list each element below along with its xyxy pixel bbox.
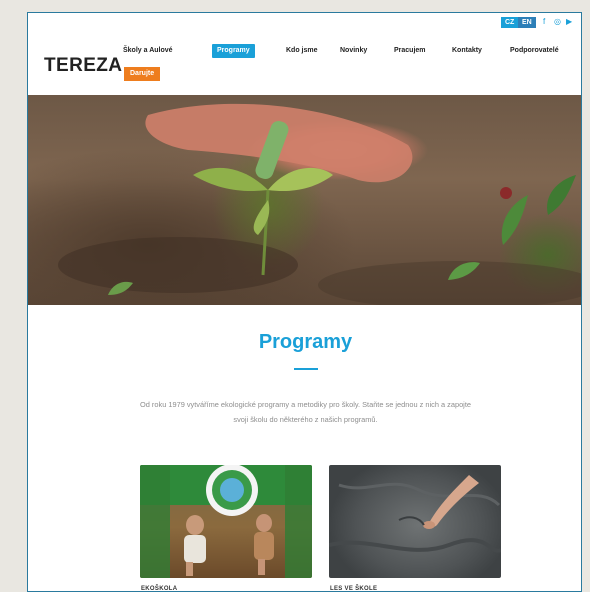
site-logo[interactable]: TEREZA <box>44 55 122 77</box>
program-card-les-label[interactable]: LES VE ŠKOLE <box>330 586 377 591</box>
program-card-les-image[interactable] <box>329 465 501 578</box>
hero-image <box>28 95 581 305</box>
nav-item-pracujem[interactable]: Pracujem <box>394 44 426 58</box>
language-cz[interactable]: CZ <box>501 17 519 28</box>
donate-button[interactable]: Darujte <box>124 67 161 81</box>
nav-item-novinky[interactable]: Novinky <box>340 44 367 58</box>
utility-bar: CZ EN f ◎ ▶ <box>28 13 581 33</box>
facebook-icon[interactable]: f <box>543 17 545 26</box>
instagram-icon[interactable]: ◎ <box>554 17 561 26</box>
intro-text: Od roku 1979 vytváříme ekologické progra… <box>140 400 471 424</box>
program-card-ekoskola-image[interactable] <box>140 465 312 578</box>
page-title: Programy <box>258 331 353 353</box>
les-photo <box>329 475 501 553</box>
language-en[interactable]: EN <box>518 17 536 28</box>
nav-item-kontakty[interactable]: Kontakty <box>452 44 482 58</box>
nav-item-podporovatele[interactable]: Podporovatelé <box>510 44 559 58</box>
nav-item-programy[interactable]: Programy <box>212 44 255 58</box>
youtube-icon[interactable]: ▶ <box>566 17 572 26</box>
hero-seedling-illustration <box>58 103 581 305</box>
nav-item-skoly[interactable]: Školy a Aulové <box>123 44 173 58</box>
nav-item-kdo-jsme[interactable]: Kdo jsme <box>286 44 318 58</box>
browser-page: CZ EN f ◎ ▶ TEREZA Školy a Aulové Progra… <box>27 12 582 592</box>
program-card-ekoskola-label[interactable]: EKOŠKOLA <box>141 586 177 591</box>
ekoskola-photo <box>140 465 312 578</box>
title-divider <box>294 368 318 370</box>
